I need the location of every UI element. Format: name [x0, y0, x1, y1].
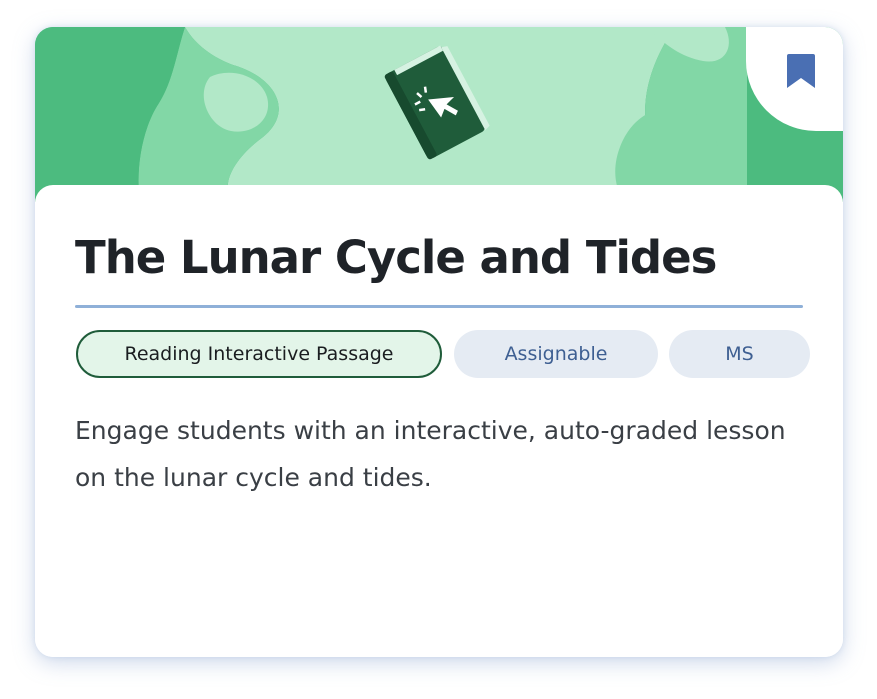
card-description: Engage students with an interactive, aut… [75, 416, 786, 492]
bookmark-icon[interactable] [785, 52, 817, 90]
tag-resource-type[interactable]: Reading Interactive Passage [76, 330, 442, 378]
title-divider [75, 305, 803, 308]
tag-assignable[interactable]: Assignable [454, 330, 658, 378]
resource-card[interactable]: The Lunar Cycle and Tides Reading Intera… [35, 27, 843, 657]
interactive-book-icon [384, 45, 490, 160]
card-title[interactable]: The Lunar Cycle and Tides [75, 231, 717, 284]
card-banner [35, 27, 843, 202]
card-body: The Lunar Cycle and Tides Reading Intera… [35, 185, 843, 657]
tag-grade-level[interactable]: MS [669, 330, 810, 378]
